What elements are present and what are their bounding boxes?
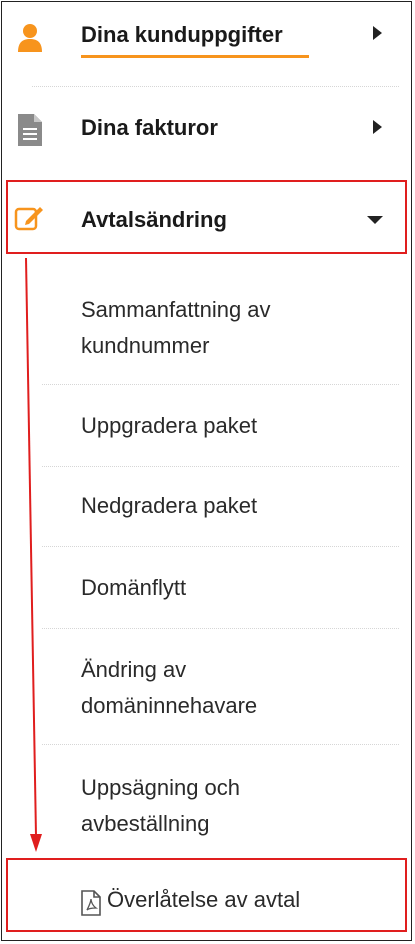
annotation-arrow	[25, 257, 42, 852]
